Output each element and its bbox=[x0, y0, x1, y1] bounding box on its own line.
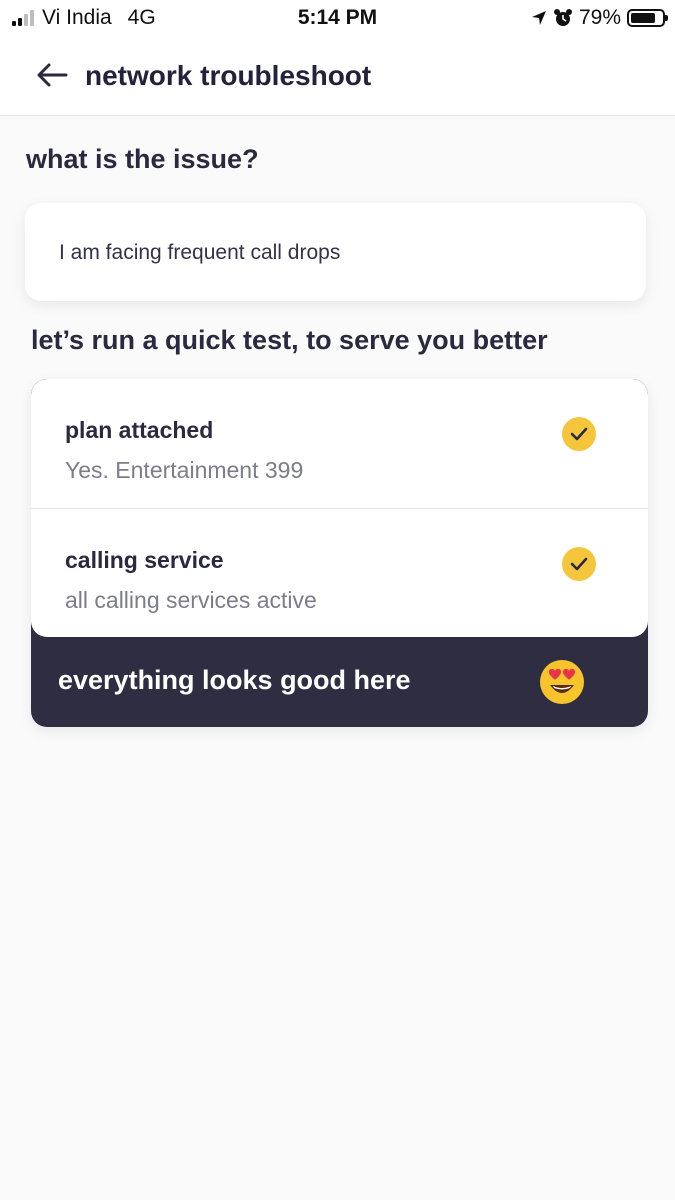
check-icon bbox=[562, 547, 596, 581]
alarm-icon bbox=[553, 9, 572, 26]
battery-icon bbox=[627, 9, 668, 27]
issue-card: I am facing frequent call drops bbox=[25, 203, 646, 301]
status-right: 79% bbox=[531, 6, 668, 30]
status-bar: Vi India 4G 5:14 PM 79% bbox=[0, 0, 675, 38]
test-item-title: calling service bbox=[65, 547, 224, 573]
issue-text: I am facing frequent call drops bbox=[59, 241, 341, 264]
back-button[interactable] bbox=[36, 60, 72, 90]
test-item-plan: plan attached Yes. Entertainment 399 bbox=[31, 379, 648, 508]
test-results-list: plan attached Yes. Entertainment 399 cal… bbox=[31, 379, 648, 637]
app-header: network troubleshoot bbox=[0, 38, 675, 116]
test-heading: let’s run a quick test, to serve you bet… bbox=[31, 325, 548, 355]
summary-text: everything looks good here bbox=[58, 665, 411, 695]
back-arrow-icon bbox=[37, 63, 68, 87]
test-results-card: plan attached Yes. Entertainment 399 cal… bbox=[31, 379, 648, 727]
test-item-calling: calling service all calling services act… bbox=[31, 508, 648, 638]
battery-percent: 79% bbox=[578, 6, 621, 29]
check-icon bbox=[562, 417, 596, 451]
issue-heading: what is the issue? bbox=[26, 144, 259, 174]
test-item-title: plan attached bbox=[65, 417, 214, 443]
test-item-subtitle: all calling services active bbox=[65, 587, 317, 613]
heart-eyes-emoji-icon bbox=[540, 660, 584, 704]
location-icon bbox=[531, 11, 546, 25]
test-item-subtitle: Yes. Entertainment 399 bbox=[65, 457, 304, 483]
page-title: network troubleshoot bbox=[85, 60, 372, 91]
